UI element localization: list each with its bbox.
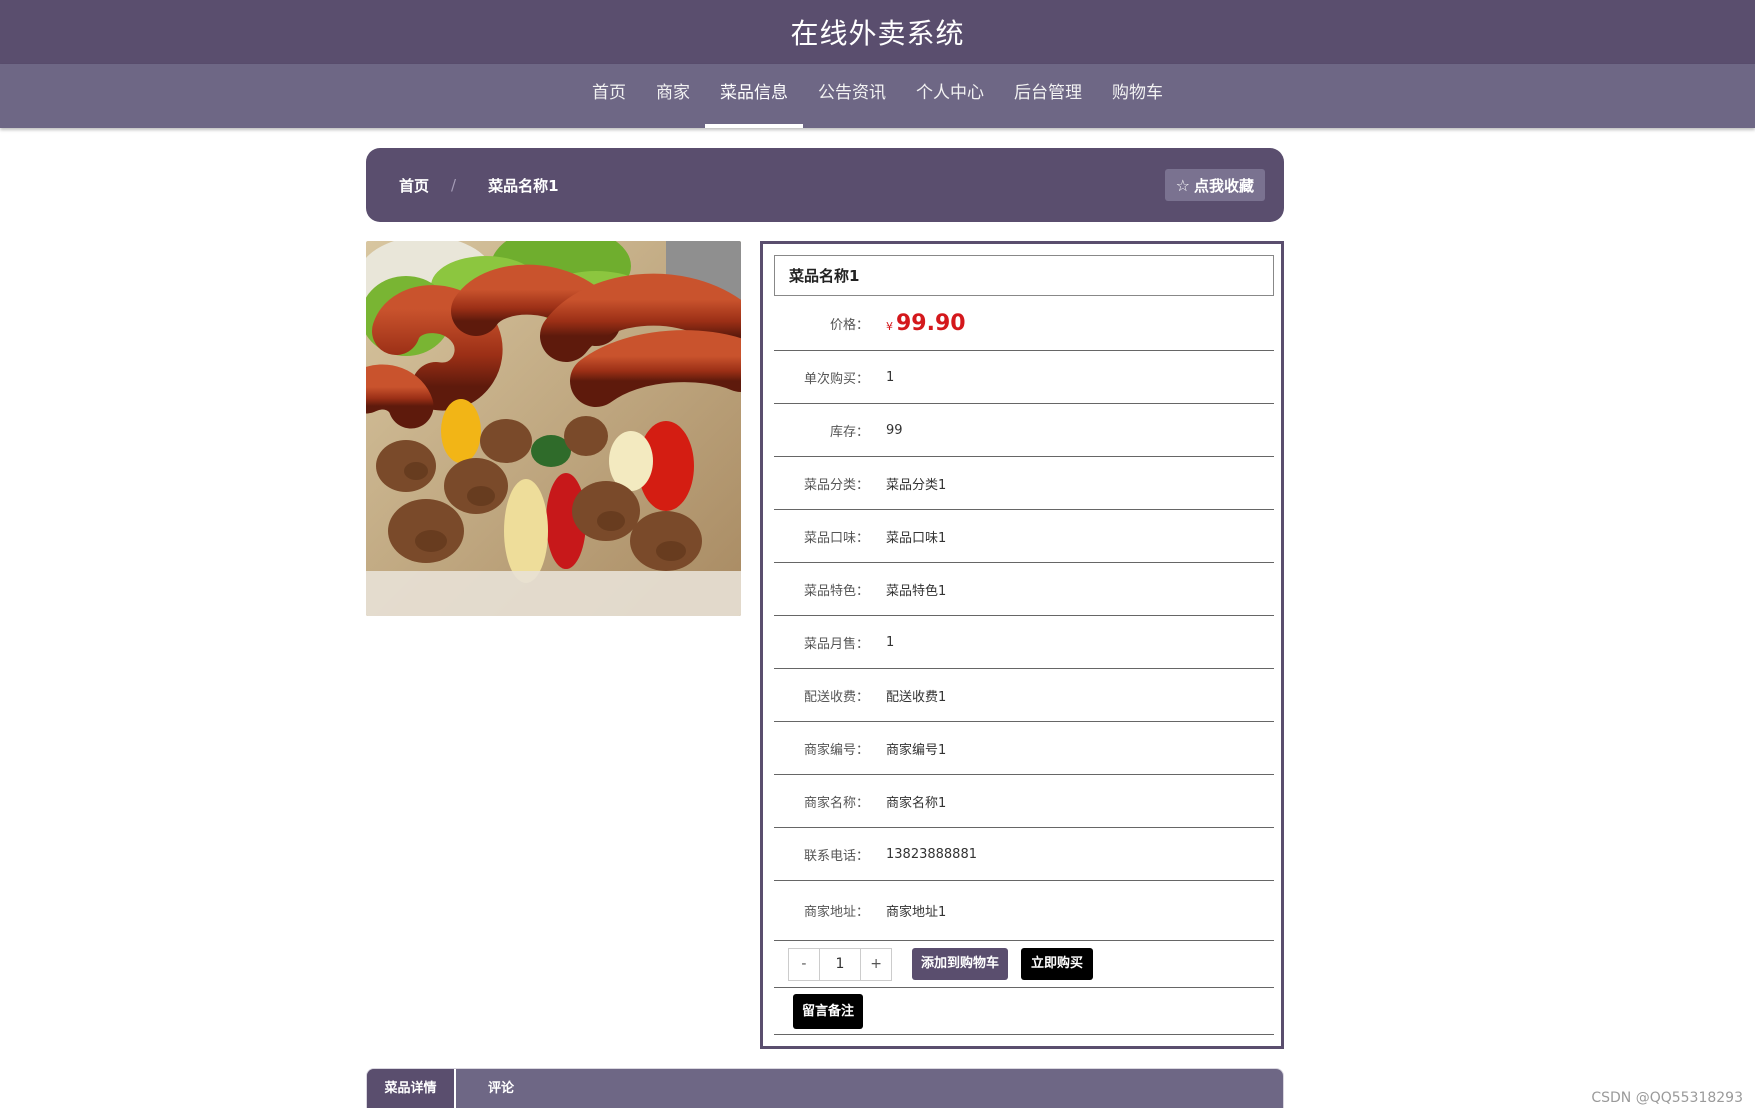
field-value: 99 bbox=[886, 422, 903, 438]
field-value: 菜品分类1 bbox=[886, 477, 947, 493]
tab-dish-details[interactable]: 菜品详情 bbox=[367, 1069, 456, 1108]
site-title: 在线外卖系统 bbox=[790, 17, 965, 50]
price-row: 价格： ¥99.90 bbox=[774, 296, 1274, 351]
quantity-stepper: - 1 + bbox=[788, 948, 892, 981]
breadcrumb-separator: / bbox=[451, 176, 457, 194]
decrement-button[interactable]: - bbox=[789, 949, 819, 980]
field-label: 商家编号： bbox=[803, 742, 869, 758]
add-to-cart-button[interactable]: 添加到购物车 bbox=[912, 948, 1009, 980]
flavor-row: 菜品口味： 菜品口味1 bbox=[774, 510, 1274, 563]
phone-row: 联系电话： 13823888881 bbox=[774, 828, 1274, 881]
field-label: 菜品月售： bbox=[803, 636, 869, 652]
breadcrumb-current: 菜品名称1 bbox=[488, 176, 559, 195]
breadcrumb-bar: 首页 / 菜品名称1 ☆ 点我收藏 bbox=[366, 148, 1284, 222]
field-value: 13823888881 bbox=[886, 846, 977, 862]
detail-tabs: 菜品详情 评论 bbox=[366, 1068, 1284, 1108]
tab-comments[interactable]: 评论 bbox=[488, 1069, 514, 1108]
product-detail-panel: 菜品名称1 价格： ¥99.90 单次购买： 1 库存： 99 菜品分类： 菜品… bbox=[760, 241, 1284, 1049]
product-name: 菜品名称1 bbox=[774, 255, 1274, 296]
feature-row: 菜品特色： 菜品特色1 bbox=[774, 563, 1274, 616]
nav-item-merchants[interactable]: 商家 bbox=[641, 64, 705, 128]
product-image bbox=[366, 241, 741, 616]
purchase-actions: - 1 + 添加到购物车 立即购买 bbox=[774, 941, 1274, 988]
field-label: 菜品特色： bbox=[803, 583, 869, 599]
field-label: 菜品口味： bbox=[803, 530, 869, 546]
nav-item-cart[interactable]: 购物车 bbox=[1097, 64, 1178, 128]
nav-menu: 首页 商家 菜品信息 公告资讯 个人中心 后台管理 购物车 bbox=[0, 64, 1755, 128]
field-label: 商家地址： bbox=[803, 905, 869, 920]
field-label: 菜品分类： bbox=[803, 477, 869, 493]
monthly-sales-row: 菜品月售： 1 bbox=[774, 616, 1274, 669]
field-label: 配送收费： bbox=[803, 689, 869, 705]
price-currency: ¥ bbox=[886, 319, 893, 333]
field-value: 菜品口味1 bbox=[886, 530, 947, 546]
merchant-id-row: 商家编号： 商家编号1 bbox=[774, 722, 1274, 775]
field-value: 配送收费1 bbox=[886, 689, 947, 705]
merchant-name-row: 商家名称： 商家名称1 bbox=[774, 775, 1274, 828]
field-label: 单次购买： bbox=[803, 371, 869, 387]
price-value-wrap: ¥99.90 bbox=[886, 311, 966, 336]
field-value: 商家地址1 bbox=[886, 905, 947, 920]
favorite-button-label: 点我收藏 bbox=[1193, 176, 1254, 195]
field-value: 菜品特色1 bbox=[886, 583, 947, 599]
buy-now-button[interactable]: 立即购买 bbox=[1021, 948, 1094, 980]
main-navbar: 首页 商家 菜品信息 公告资讯 个人中心 后台管理 购物车 bbox=[0, 64, 1755, 128]
nav-item-news[interactable]: 公告资讯 bbox=[803, 64, 901, 128]
field-label: 联系电话： bbox=[803, 848, 869, 864]
increment-button[interactable]: + bbox=[861, 949, 891, 980]
watermark: CSDN @QQ55318293 bbox=[1591, 1090, 1743, 1106]
nav-item-home[interactable]: 首页 bbox=[577, 64, 641, 128]
stock-row: 库存： 99 bbox=[774, 404, 1274, 457]
category-row: 菜品分类： 菜品分类1 bbox=[774, 457, 1274, 510]
nav-item-dishes[interactable]: 菜品信息 bbox=[705, 64, 803, 128]
star-outline-icon: ☆ bbox=[1175, 175, 1190, 195]
field-value: 1 bbox=[886, 369, 895, 385]
delivery-fee-row: 配送收费： 配送收费1 bbox=[774, 669, 1274, 722]
quantity-input[interactable]: 1 bbox=[818, 949, 862, 980]
nav-item-admin[interactable]: 后台管理 bbox=[999, 64, 1097, 128]
price-value: 99.90 bbox=[896, 310, 966, 336]
field-label: 库存： bbox=[829, 424, 869, 440]
breadcrumb-home-link[interactable]: 首页 bbox=[399, 175, 429, 196]
leave-note-button[interactable]: 留言备注 bbox=[793, 994, 864, 1029]
breadcrumb: 首页 / 菜品名称1 bbox=[399, 148, 559, 222]
favorite-button[interactable]: ☆ 点我收藏 bbox=[1164, 169, 1265, 201]
field-value: 商家编号1 bbox=[886, 742, 947, 758]
nav-item-personal-center[interactable]: 个人中心 bbox=[901, 64, 999, 128]
address-row: 商家地址： 商家地址1 bbox=[774, 881, 1274, 941]
field-value: 1 bbox=[886, 634, 895, 650]
price-label: 价格： bbox=[829, 317, 869, 333]
top-header: 在线外卖系统 bbox=[0, 0, 1755, 64]
field-label: 商家名称： bbox=[803, 795, 869, 811]
field-value: 商家名称1 bbox=[886, 795, 947, 811]
note-actions: 留言备注 bbox=[774, 988, 1274, 1035]
single-purchase-row: 单次购买： 1 bbox=[774, 351, 1274, 404]
